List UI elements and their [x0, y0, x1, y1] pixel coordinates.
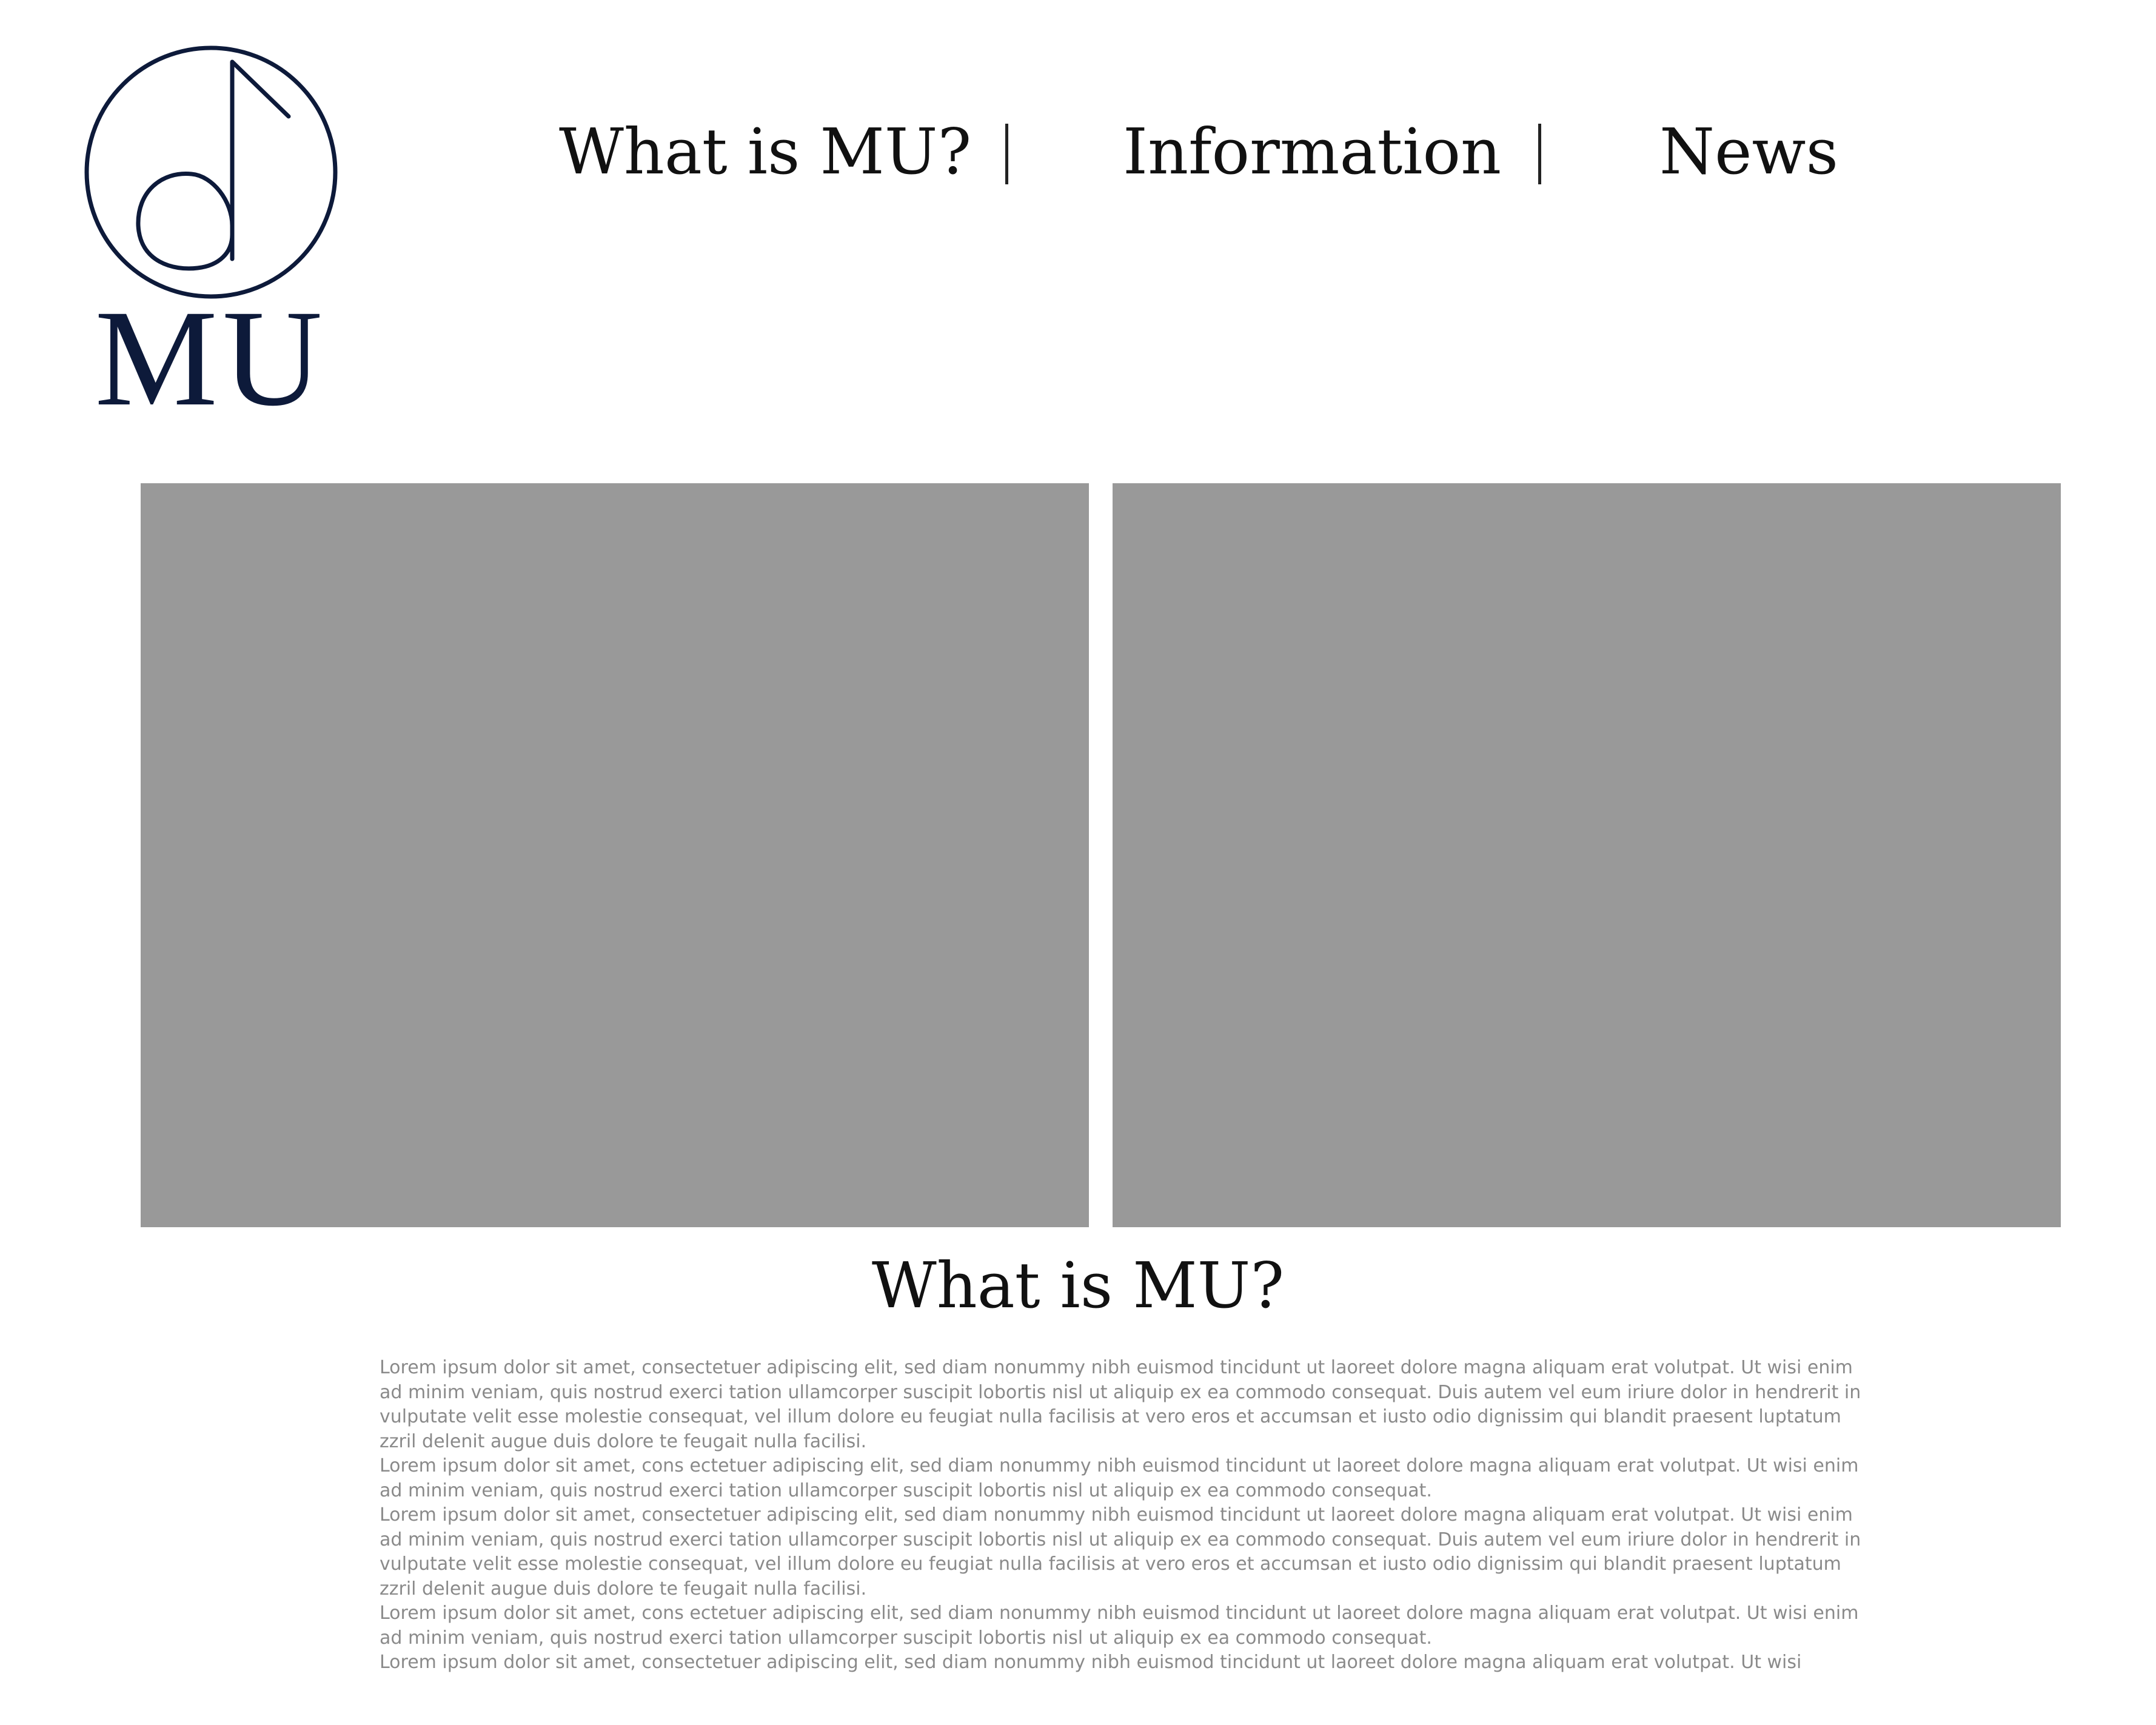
body-paragraph: Lorem ipsum dolor sit amet, cons ectetue… [380, 1455, 1859, 1501]
section-title: What is MU? [871, 1248, 1285, 1322]
nav-separator [1005, 124, 1008, 184]
body-paragraph: Lorem ipsum dolor sit amet, consectetuer… [380, 1504, 1861, 1599]
image-placeholder-left [141, 483, 1089, 1227]
nav-item-information[interactable]: Information [1123, 109, 1501, 194]
logo-wordmark: MU [95, 282, 327, 435]
nav-separator [1538, 124, 1541, 184]
body-paragraph: Lorem ipsum dolor sit amet, consectetuer… [380, 1652, 1802, 1673]
image-placeholder-right [1113, 483, 2061, 1227]
body-paragraph: Lorem ipsum dolor sit amet, cons ectetue… [380, 1603, 1859, 1649]
site-logo[interactable]: MU [82, 44, 340, 427]
main-nav: What is MU? Information News [0, 109, 2156, 194]
nav-item-news[interactable]: News [1659, 109, 1838, 194]
body-paragraph: Lorem ipsum dolor sit amet, consectetuer… [380, 1357, 1861, 1452]
body-text: Lorem ipsum dolor sit amet, consectetuer… [380, 1356, 1866, 1675]
nav-item-what-is-mu[interactable]: What is MU? [559, 109, 971, 194]
